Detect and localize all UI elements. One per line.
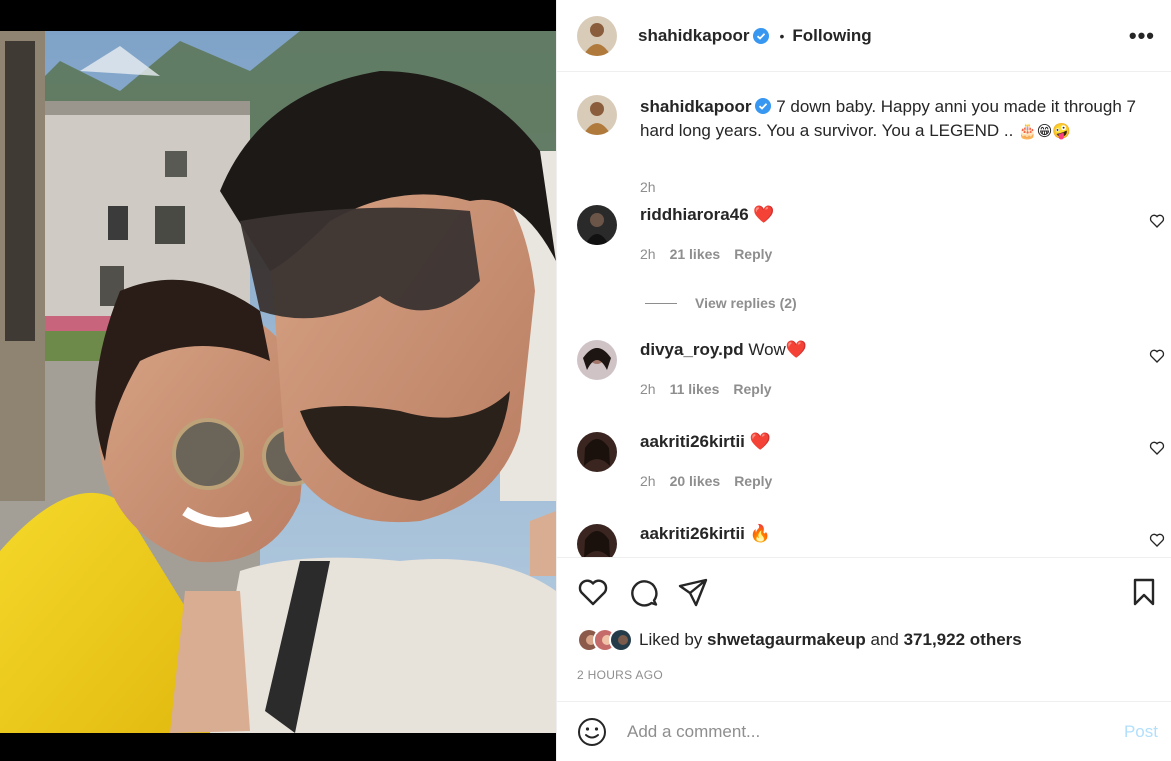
post-actions: Liked by shwetagaurmakeup and 371,922 ot… (557, 557, 1171, 701)
comment-likes[interactable]: 11 likes (670, 381, 720, 397)
post-header: shahidkapoor • Following ••• (557, 0, 1171, 72)
comment-time[interactable]: 2h (640, 473, 656, 489)
post-timestamp[interactable]: 2 HOURS AGO (577, 668, 663, 682)
more-options-icon[interactable]: ••• (1129, 23, 1155, 49)
caption-time[interactable]: 2h (640, 179, 656, 195)
reply-button[interactable]: Reply (734, 473, 772, 489)
post-media[interactable] (0, 0, 556, 761)
save-bookmark-icon[interactable] (1128, 576, 1160, 608)
add-comment-bar: Post (557, 701, 1171, 761)
comment-time[interactable]: 2h (640, 381, 656, 397)
following-button[interactable]: Following (792, 26, 871, 46)
caption-username[interactable]: shahidkapoor (640, 97, 751, 116)
comment-text: Wow❤️ (743, 340, 807, 359)
replies-divider (645, 302, 677, 304)
separator-dot: • (779, 27, 785, 44)
share-paper-plane-icon[interactable] (677, 576, 709, 608)
emoji-smiley-icon[interactable] (577, 717, 607, 747)
liker-username[interactable]: shwetagaurmakeup (707, 630, 866, 649)
commenter-avatar[interactable] (577, 340, 617, 380)
likes-summary: Liked by shwetagaurmakeup and 371,922 ot… (577, 628, 1022, 652)
comment-item: riddhiarora46 ❤️ 2h 21 likes Reply (577, 205, 1167, 275)
post-panel: shahidkapoor • Following ••• shahidkapoo… (556, 0, 1171, 761)
comment-like-heart-icon[interactable] (1149, 532, 1165, 548)
commenter-avatar[interactable] (577, 524, 617, 557)
post-comment-button[interactable]: Post (1124, 722, 1158, 742)
comment-text: ❤️ (748, 205, 775, 224)
author-avatar[interactable] (577, 15, 617, 56)
commenter-username[interactable]: divya_roy.pd (640, 340, 744, 359)
commenter-username[interactable]: riddhiarora46 (640, 205, 749, 224)
caption-avatar[interactable] (577, 95, 617, 135)
view-replies-label[interactable]: View replies (2) (695, 295, 797, 311)
action-bar (577, 576, 1160, 608)
comment-text: 🔥 (744, 524, 771, 543)
comment-item: aakriti26kirtii ❤️ 2h 20 likes Reply (577, 432, 1167, 502)
comment-icon[interactable] (627, 576, 659, 608)
liker-avatar[interactable] (609, 628, 633, 652)
likes-prefix: Liked by (639, 630, 708, 649)
view-replies-button[interactable]: View replies (2) (645, 295, 797, 311)
author-username[interactable]: shahidkapoor (638, 26, 749, 46)
likes-middle: and (865, 630, 904, 649)
comment-like-heart-icon[interactable] (1149, 440, 1165, 456)
comments-list[interactable]: shahidkapoor 7 down baby. Happy anni you… (557, 73, 1171, 557)
comment-item: divya_roy.pd Wow❤️ 2h 11 likes Reply (577, 340, 1167, 410)
verified-badge-icon (755, 98, 772, 114)
comment-likes[interactable]: 20 likes (670, 473, 721, 489)
comment-likes[interactable]: 21 likes (670, 246, 721, 262)
likes-count[interactable]: 371,922 others (904, 630, 1022, 649)
caption-text: shahidkapoor 7 down baby. Happy anni you… (640, 95, 1150, 144)
commenter-avatar[interactable] (577, 205, 617, 245)
comment-time[interactable]: 2h (640, 246, 656, 262)
comment-like-heart-icon[interactable] (1149, 348, 1165, 364)
commenter-avatar[interactable] (577, 432, 617, 472)
reply-button[interactable]: Reply (733, 381, 771, 397)
comment-item: aakriti26kirtii 🔥 (577, 524, 1167, 557)
verified-badge-icon (753, 27, 770, 44)
commenter-username[interactable]: aakriti26kirtii (640, 432, 745, 451)
like-heart-icon[interactable] (577, 576, 609, 608)
comment-input[interactable] (627, 721, 1124, 742)
reply-button[interactable]: Reply (734, 246, 772, 262)
commenter-username[interactable]: aakriti26kirtii (640, 524, 745, 543)
caption-emojis: 🎂😁🤪 (1018, 123, 1072, 140)
comment-text: ❤️ (744, 432, 771, 451)
likes-text: Liked by shwetagaurmakeup and 371,922 ot… (639, 630, 1022, 650)
comment-like-heart-icon[interactable] (1149, 213, 1165, 229)
post-photo[interactable] (0, 31, 556, 733)
